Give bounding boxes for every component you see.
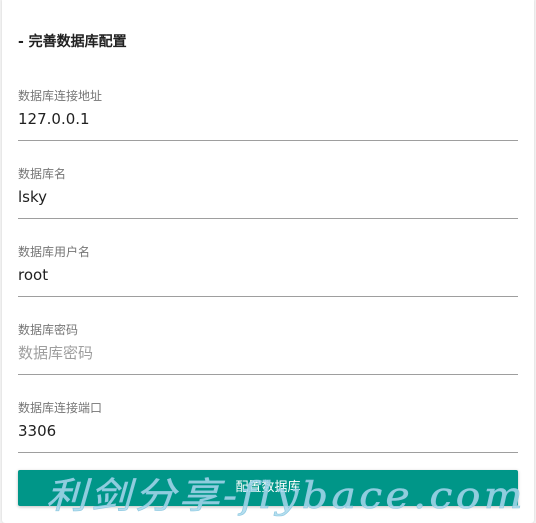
db-user-underline xyxy=(18,296,518,297)
db-name-label: 数据库名 xyxy=(18,167,67,181)
db-port-input[interactable] xyxy=(18,417,518,445)
db-name-underline xyxy=(18,218,518,219)
db-user-input[interactable] xyxy=(18,261,518,289)
db-name-input[interactable] xyxy=(18,183,518,211)
db-user-field: 数据库用户名 xyxy=(18,245,518,305)
db-port-underline xyxy=(18,452,518,453)
db-host-input[interactable] xyxy=(18,105,518,133)
db-host-underline xyxy=(18,140,518,141)
db-password-underline xyxy=(18,374,518,375)
configure-database-button[interactable]: 配置数据库 xyxy=(18,470,518,506)
db-host-label: 数据库连接地址 xyxy=(18,89,103,103)
db-password-field: 数据库密码 xyxy=(18,323,518,383)
db-password-input[interactable] xyxy=(18,339,518,367)
database-config-card: - 完善数据库配置 数据库连接地址 数据库名 数据库用户名 数据库密码 数据库连… xyxy=(2,0,534,523)
db-user-label: 数据库用户名 xyxy=(18,245,91,259)
section-title: - 完善数据库配置 xyxy=(18,34,127,50)
db-name-field: 数据库名 xyxy=(18,167,518,227)
db-host-field: 数据库连接地址 xyxy=(18,89,518,149)
db-port-label: 数据库连接端口 xyxy=(18,401,103,415)
db-port-field: 数据库连接端口 xyxy=(18,401,518,461)
db-password-label: 数据库密码 xyxy=(18,323,79,337)
